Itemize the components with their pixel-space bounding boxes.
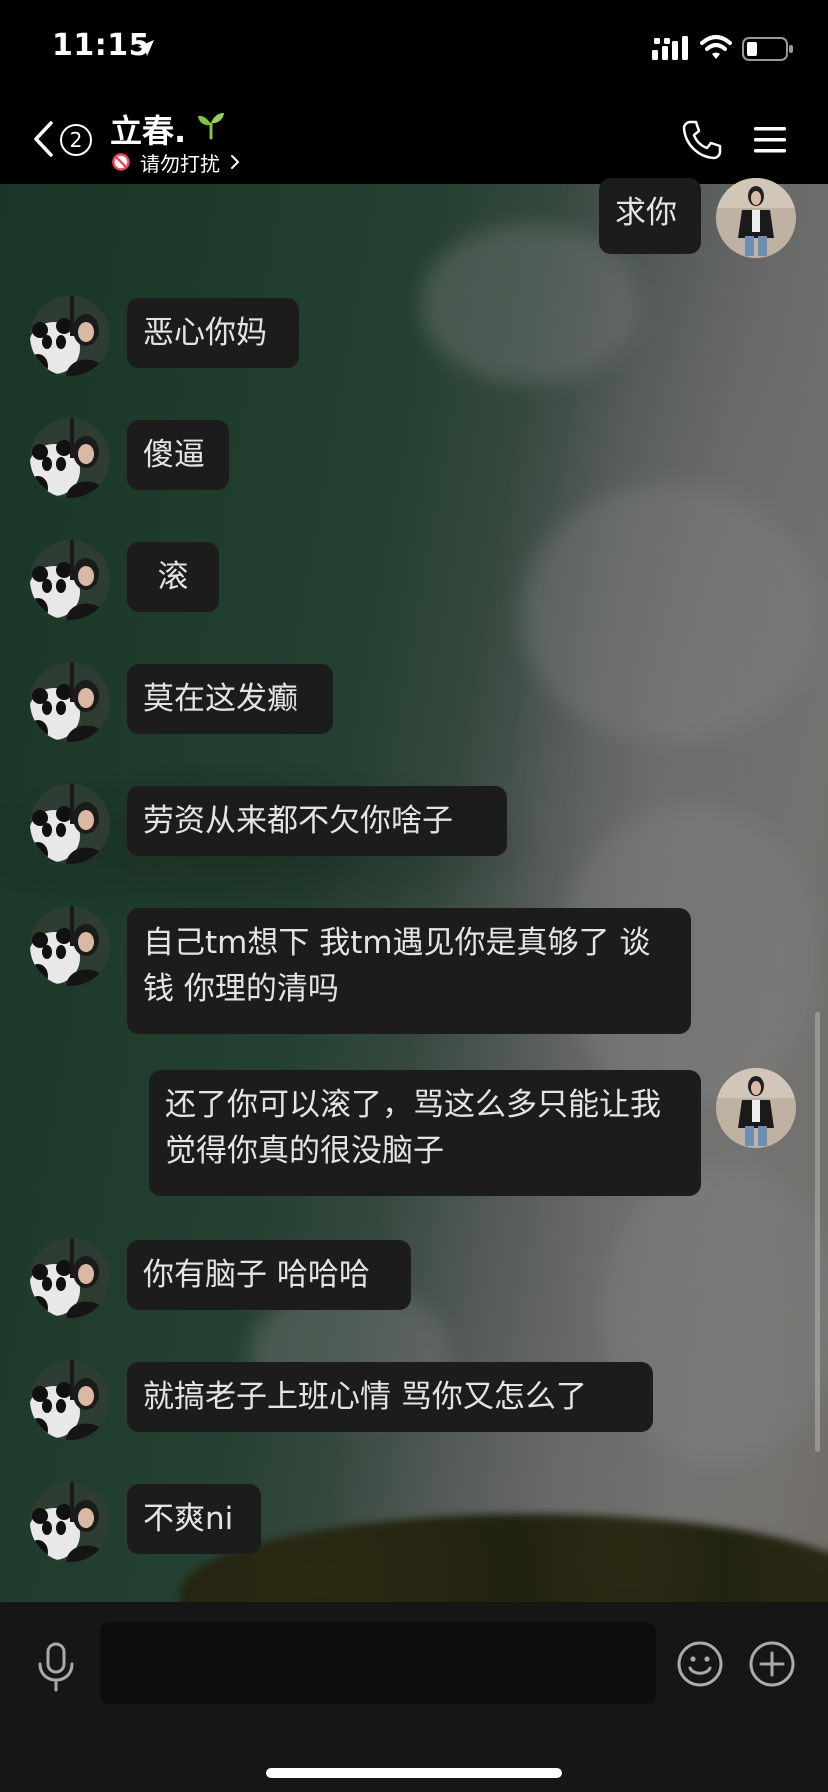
- contact-avatar[interactable]: [30, 906, 110, 986]
- message-input[interactable]: [100, 1622, 656, 1704]
- message-row: 自己tm想下 我tm遇见你是真够了 谈钱 你理的清吗: [0, 906, 828, 1034]
- message-bubble-incoming[interactable]: 劳资从来都不欠你啥子: [127, 786, 507, 856]
- phone-call-button[interactable]: [680, 118, 724, 162]
- my-avatar[interactable]: [716, 178, 796, 258]
- contact-avatar[interactable]: [30, 418, 110, 498]
- message-bubble-outgoing[interactable]: 还了你可以滚了，骂这么多只能让我觉得你真的很没脑子: [149, 1070, 701, 1196]
- emoji-button[interactable]: [676, 1640, 724, 1688]
- message-row: 还了你可以滚了，骂这么多只能让我觉得你真的很没脑子: [0, 1068, 828, 1196]
- do-not-disturb-status[interactable]: 请勿打扰: [112, 148, 240, 176]
- message-bubble-incoming[interactable]: 恶心你妈: [127, 298, 299, 368]
- message-row: 劳资从来都不欠你啥子: [0, 784, 828, 866]
- contact-avatar[interactable]: [30, 662, 110, 742]
- message-bubble-incoming[interactable]: 就搞老子上班心情 骂你又怎么了: [127, 1362, 653, 1432]
- scrollbar[interactable]: [815, 1012, 820, 1452]
- more-menu-button[interactable]: [750, 120, 790, 160]
- message-input-bar: [0, 1602, 828, 1792]
- message-bubble-incoming[interactable]: 傻逼: [127, 420, 229, 490]
- message-row: 傻逼: [0, 418, 828, 500]
- message-row: 恶心你妈: [0, 296, 828, 378]
- location-arrow-icon: [138, 40, 154, 56]
- chevron-right-icon: [231, 155, 240, 169]
- contact-avatar[interactable]: [30, 296, 110, 376]
- contact-avatar[interactable]: [30, 1238, 110, 1318]
- message-row: 莫在这发癫: [0, 662, 828, 744]
- message-bubble-incoming[interactable]: 莫在这发癫: [127, 664, 333, 734]
- message-bubble-incoming[interactable]: 自己tm想下 我tm遇见你是真够了 谈钱 你理的清吗: [127, 908, 691, 1034]
- do-not-disturb-label: 请勿打扰: [140, 151, 220, 176]
- message-bubble-outgoing[interactable]: 求你: [599, 178, 701, 254]
- back-button[interactable]: 2: [26, 114, 96, 164]
- chat-screen: 11:15 2 立春. 请勿打扰 求你 恶心你妈 傻逼 滚 莫在这发癫 劳资从来…: [0, 0, 828, 1792]
- home-indicator[interactable]: [266, 1768, 562, 1778]
- contact-avatar[interactable]: [30, 1360, 110, 1440]
- message-row: 求你: [0, 178, 828, 258]
- battery-icon: [742, 37, 793, 61]
- wifi-icon: [700, 35, 732, 59]
- message-row: 你有脑子 哈哈哈: [0, 1238, 828, 1320]
- chevron-left-icon: [34, 121, 53, 157]
- message-row: 滚: [0, 540, 828, 622]
- contact-avatar[interactable]: [30, 1482, 110, 1562]
- message-bubble-incoming[interactable]: 滚: [127, 542, 219, 612]
- contact-name[interactable]: 立春.: [110, 106, 186, 152]
- do-not-disturb-icon: [112, 153, 130, 171]
- status-bar: 11:15: [0, 0, 828, 96]
- message-row: 就搞老子上班心情 骂你又怎么了: [0, 1360, 828, 1442]
- cellular-signal-icon: [652, 36, 688, 60]
- message-row: 不爽ni: [0, 1482, 828, 1564]
- message-bubble-incoming[interactable]: 你有脑子 哈哈哈: [127, 1240, 411, 1310]
- message-bubble-incoming[interactable]: 不爽ni: [127, 1484, 261, 1554]
- microphone-button[interactable]: [34, 1642, 78, 1692]
- chat-header: 2 立春. 请勿打扰: [0, 96, 828, 184]
- contact-avatar[interactable]: [30, 784, 110, 864]
- my-avatar[interactable]: [716, 1068, 796, 1148]
- sprout-icon: [198, 112, 224, 140]
- unread-count-badge: 2: [60, 124, 92, 156]
- contact-avatar[interactable]: [30, 540, 110, 620]
- add-attachment-button[interactable]: [748, 1640, 796, 1688]
